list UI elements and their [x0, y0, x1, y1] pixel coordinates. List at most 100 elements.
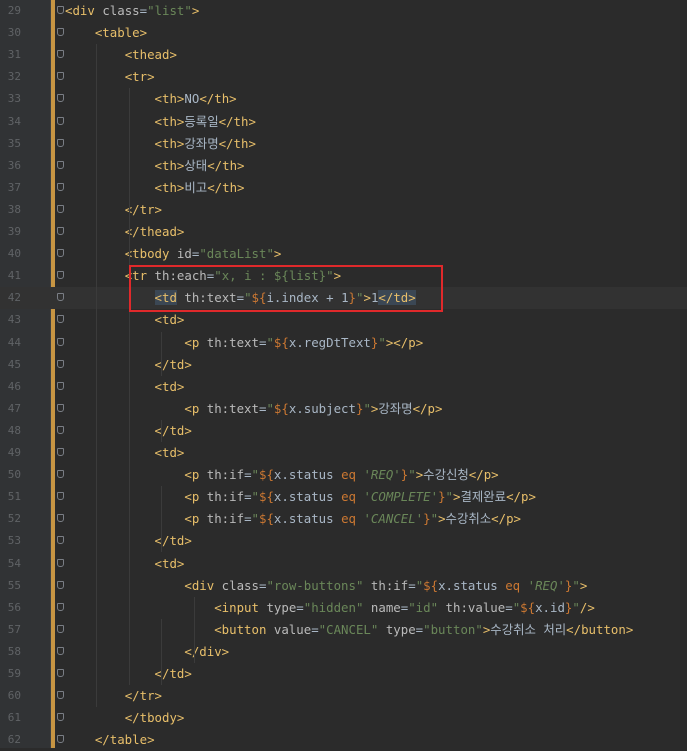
code-line[interactable]: 43 <td>	[0, 309, 687, 331]
fold-marker-icon[interactable]	[57, 580, 64, 589]
line-number: 48	[7, 423, 21, 437]
fold-marker-icon[interactable]	[57, 492, 64, 501]
code-line[interactable]: 34 <th>등록일</th>	[0, 111, 687, 133]
fold-marker-icon[interactable]	[57, 514, 64, 523]
fold-marker-icon[interactable]	[57, 28, 64, 37]
fold-marker-icon[interactable]	[57, 337, 64, 346]
code-text: <thead>	[124, 47, 177, 63]
line-number: 40	[7, 247, 21, 261]
line-number: 41	[7, 269, 21, 283]
code-line[interactable]: 45 </td>	[0, 354, 687, 376]
line-number: 52	[7, 512, 21, 526]
code-line[interactable]: 33 <th>NO</th>	[0, 88, 687, 110]
fold-marker-icon[interactable]	[57, 227, 64, 235]
line-number: 42	[7, 291, 21, 305]
code-text: <p th:text="${x.subject}">강좌명</p>	[184, 400, 443, 416]
code-line[interactable]: 35 <th>강좌명</th>	[0, 133, 687, 155]
line-number: 47	[7, 401, 21, 415]
code-line[interactable]: 32 <tr>	[0, 66, 687, 88]
code-line[interactable]: 59 </td>	[0, 663, 687, 685]
fold-marker-icon[interactable]	[57, 669, 64, 677]
fold-marker-icon[interactable]	[57, 271, 64, 280]
code-line[interactable]: 56 <input type="hidden" name="id" th:val…	[0, 597, 687, 619]
code-text: <td>	[154, 312, 185, 328]
line-number: 43	[7, 313, 21, 327]
fold-marker-icon[interactable]	[57, 425, 64, 434]
code-line[interactable]: 53 </td>	[0, 530, 687, 552]
line-number: 36	[7, 158, 21, 172]
code-line[interactable]: 37 <th>비고</th>	[0, 177, 687, 199]
code-text: </tr>	[124, 688, 162, 704]
code-line[interactable]: 40 <tbody id="dataList">	[0, 243, 687, 265]
code-line[interactable]: 49 <td>	[0, 442, 687, 464]
fold-marker-icon[interactable]	[57, 116, 64, 125]
indent-guide	[194, 596, 195, 663]
fold-marker-icon[interactable]	[57, 558, 64, 567]
line-number: 44	[7, 335, 21, 349]
code-line[interactable]: 50 <p th:if="${x.status eq 'REQ'}">수강신청<…	[0, 464, 687, 486]
fold-marker-icon[interactable]	[57, 249, 64, 258]
line-number: 58	[7, 644, 21, 658]
code-line[interactable]: 60 </tr>	[0, 685, 687, 707]
code-line[interactable]: 52 <p th:if="${x.status eq 'CANCEL'}">수강…	[0, 508, 687, 530]
line-number: 38	[7, 202, 21, 216]
code-line[interactable]: 31 <thead>	[0, 44, 687, 66]
code-text: <th>비고</th>	[154, 179, 245, 195]
code-text: <div class="list">	[65, 3, 200, 18]
fold-marker-icon[interactable]	[57, 315, 64, 324]
fold-marker-icon[interactable]	[57, 94, 64, 103]
line-number: 56	[7, 600, 21, 614]
code-line[interactable]: 29 <div class="list">	[0, 0, 687, 22]
fold-marker-icon[interactable]	[57, 735, 64, 744]
fold-marker-icon[interactable]	[57, 72, 64, 81]
code-line[interactable]: 39 </thead>	[0, 221, 687, 243]
fold-marker-icon[interactable]	[57, 204, 64, 213]
line-number: 53	[7, 534, 21, 548]
fold-marker-icon[interactable]	[57, 293, 64, 302]
fold-marker-icon[interactable]	[57, 624, 64, 633]
fold-marker-icon[interactable]	[57, 50, 64, 59]
line-number: 37	[7, 180, 21, 194]
line-number: 46	[7, 379, 21, 393]
code-text: <p th:if="${x.status eq 'CANCEL'}">수강취소<…	[184, 511, 522, 527]
line-number: 51	[7, 490, 21, 504]
code-line[interactable]: 51 <p th:if="${x.status eq 'COMPLETE'}">…	[0, 486, 687, 508]
code-line[interactable]: 61 </tbody>	[0, 707, 687, 729]
highlight-box	[129, 265, 443, 312]
code-text: <th>등록일</th>	[154, 113, 256, 129]
code-line[interactable]: 46 <td>	[0, 376, 687, 398]
code-line[interactable]: 47 <p th:text="${x.subject}">강좌명</p>	[0, 398, 687, 420]
fold-marker-icon[interactable]	[57, 602, 64, 611]
fold-marker-icon[interactable]	[57, 160, 64, 169]
code-text: <table>	[94, 25, 148, 41]
fold-marker-icon[interactable]	[57, 182, 64, 191]
fold-marker-icon[interactable]	[57, 691, 64, 700]
code-line[interactable]: 30 <table>	[0, 22, 687, 44]
fold-marker-icon[interactable]	[57, 448, 64, 456]
code-line[interactable]: 57 <button value="CANCEL" type="button">…	[0, 619, 687, 641]
code-line[interactable]: 48 </td>	[0, 420, 687, 442]
code-line[interactable]: 38 </tr>	[0, 199, 687, 221]
fold-marker-icon[interactable]	[57, 359, 64, 368]
code-editor[interactable]: 29 <div class="list"> 30 <table> 31 <thead>…	[0, 0, 687, 748]
line-number: 33	[7, 92, 21, 106]
code-line[interactable]: 58 </div>	[0, 641, 687, 663]
line-number: 54	[7, 556, 21, 570]
line-number: 35	[7, 136, 21, 150]
code-line[interactable]: 36 <th>상태</th>	[0, 155, 687, 177]
code-line[interactable]: 54 <td>	[0, 553, 687, 575]
code-text: <th>NO</th>	[154, 91, 237, 107]
fold-marker-icon[interactable]	[57, 381, 64, 390]
code-line[interactable]: 44 <p th:text="${x.regDtText}"></p>	[0, 332, 687, 354]
indent-guide	[129, 287, 130, 487]
fold-marker-icon[interactable]	[57, 6, 64, 14]
fold-marker-icon[interactable]	[57, 646, 64, 655]
fold-marker-icon[interactable]	[57, 138, 64, 147]
code-text: <p th:if="${x.status eq 'REQ'}">수강신청</p>	[184, 467, 499, 483]
code-text: </div>	[184, 643, 230, 659]
fold-marker-icon[interactable]	[57, 470, 64, 479]
code-line[interactable]: 55 <div class="row-buttons" th:if="${x.s…	[0, 575, 687, 597]
fold-marker-icon[interactable]	[57, 713, 64, 722]
fold-marker-icon[interactable]	[57, 403, 64, 412]
fold-marker-icon[interactable]	[57, 536, 64, 545]
